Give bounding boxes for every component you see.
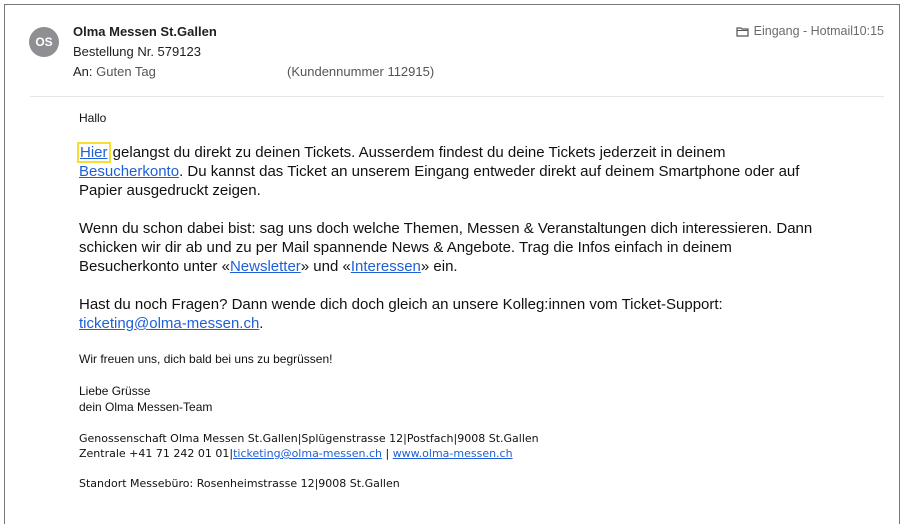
interessen-link[interactable]: Interessen <box>351 258 421 275</box>
to-label: An: <box>73 64 93 79</box>
email-body: Hallo Hier gelangst du direkt zu deinen … <box>77 110 849 491</box>
footer-separator: | <box>381 447 393 460</box>
hier-link[interactable]: Hier <box>77 142 111 163</box>
footer-phone: Zentrale +41 71 242 01 01| <box>79 447 234 460</box>
regards-line2: dein Olma Messen-Team <box>79 400 213 414</box>
greeting: Hallo <box>79 111 107 125</box>
customer-number: (Kundennummer 112915) <box>287 64 435 79</box>
to-value: Guten Tag <box>96 64 156 79</box>
p1-text-c: Papier ausgedruckt zeigen. <box>79 182 261 199</box>
footer-line1: Genossenschaft Olma Messen St.Gallen|Spl… <box>79 432 539 445</box>
recipient-row: An: Guten Tag (Kundennummer 112915) <box>73 64 434 79</box>
paragraph-interests: Wenn du schon dabei bist: sag uns doch w… <box>79 219 849 276</box>
footer-location: Standort Messebüro: Rosenheimstrasse 12|… <box>79 477 400 490</box>
avatar-initials: OS <box>35 35 53 49</box>
folder-icon <box>736 26 749 37</box>
p1-text-b: . Du kannst das Ticket an unserem Eingan… <box>179 163 800 180</box>
p2-text-b: » und « <box>300 258 351 275</box>
p2-text-c: » ein. <box>420 258 458 275</box>
email-subject: Bestellung Nr. 579123 <box>73 44 201 59</box>
sender-name: Olma Messen St.Gallen <box>73 24 217 39</box>
p2-line2: schicken wir dir ab und zu per Mail span… <box>79 239 732 256</box>
closing-text: Wir freuen uns, dich bald bei uns zu beg… <box>79 352 333 366</box>
timestamp: 10:15 <box>852 24 884 38</box>
p1-text-a: gelangst du direkt zu deinen Tickets. Au… <box>108 144 726 161</box>
paragraph-support: Hast du noch Fragen? Dann wende dich doc… <box>79 295 849 333</box>
p3-dot: . <box>259 315 264 332</box>
newsletter-link[interactable]: Newsletter <box>230 258 301 275</box>
footer-website-link[interactable]: www.olma-messen.ch <box>393 447 513 460</box>
avatar: OS <box>29 27 59 57</box>
besucherkonto-link[interactable]: Besucherkonto <box>79 163 179 180</box>
footer-address: Genossenschaft Olma Messen St.Gallen|Spl… <box>79 431 849 461</box>
p2-line1: Wenn du schon dabei bist: sag uns doch w… <box>79 220 813 237</box>
p2-text-a: Besucherkonto unter « <box>79 258 230 275</box>
folder-label[interactable]: Eingang - Hotmail <box>736 24 853 38</box>
footer-email-link[interactable]: ticketing@olma-messen.ch <box>233 447 382 460</box>
regards-line1: Liebe Grüsse <box>79 384 151 398</box>
support-email-link[interactable]: ticketing@olma-messen.ch <box>79 315 259 332</box>
regards: Liebe Grüsse dein Olma Messen-Team <box>79 383 849 415</box>
header-divider <box>30 96 884 97</box>
p3-line1: Hast du noch Fragen? Dann wende dich doc… <box>79 296 723 313</box>
paragraph-tickets: Hier gelangst du direkt zu deinen Ticket… <box>77 142 849 200</box>
folder-name: Eingang - Hotmail <box>753 24 853 38</box>
